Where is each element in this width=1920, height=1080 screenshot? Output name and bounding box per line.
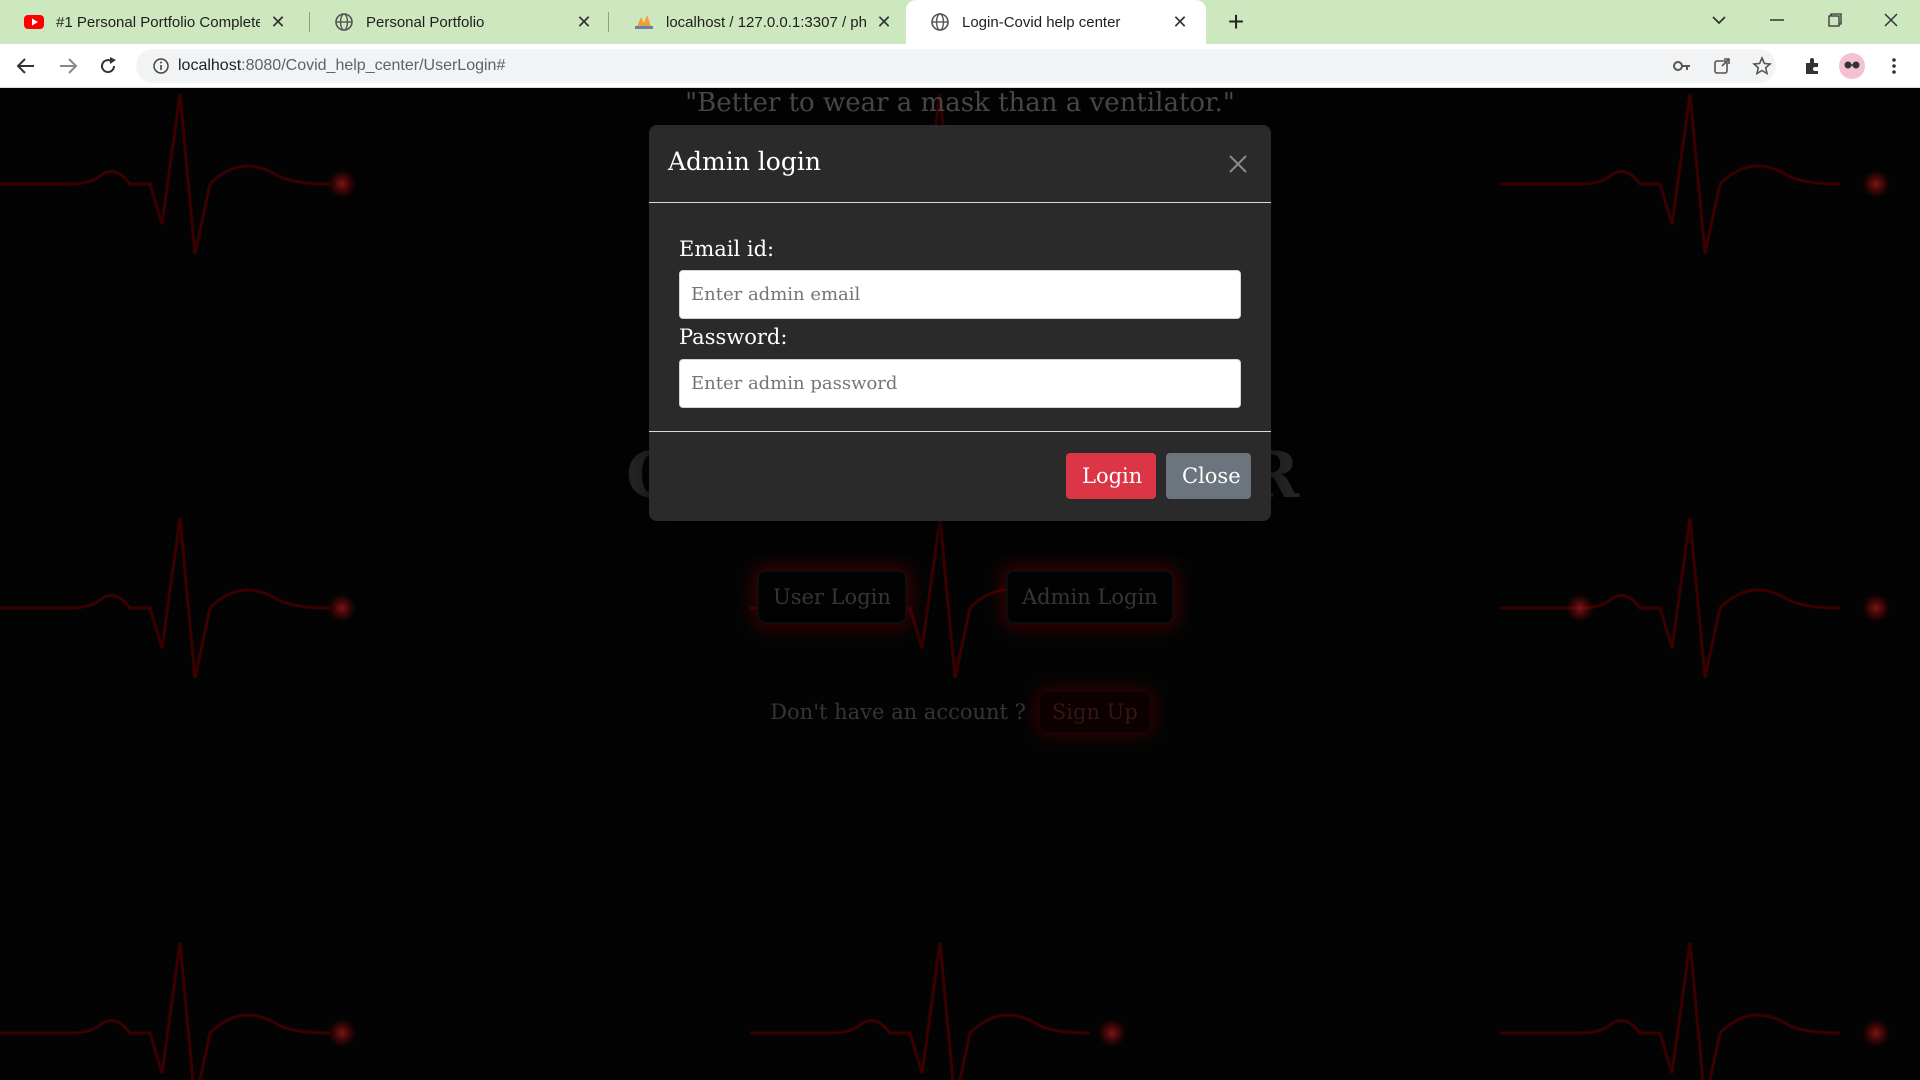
youtube-icon xyxy=(24,12,44,32)
minimize-button[interactable] xyxy=(1748,0,1806,40)
modal-title: Admin login xyxy=(668,147,821,176)
tab-close-icon[interactable]: ✕ xyxy=(1168,10,1192,34)
url-path: :8080/Covid_help_center/UserLogin# xyxy=(241,57,506,74)
tab-youtube[interactable]: #1 Personal Portfolio Complete W ✕ xyxy=(0,0,304,44)
tab-label: #1 Personal Portfolio Complete W xyxy=(56,13,260,31)
tab-personal-portfolio[interactable]: Personal Portfolio ✕ xyxy=(310,0,610,44)
tab-close-icon[interactable]: ✕ xyxy=(572,10,596,34)
key-icon[interactable] xyxy=(1666,50,1698,82)
email-label: Email id: xyxy=(679,237,775,261)
address-bar[interactable]: localhost:8080/Covid_help_center/UserLog… xyxy=(136,49,1776,83)
reload-icon[interactable] xyxy=(92,50,124,82)
close-icon[interactable] xyxy=(1221,147,1255,181)
site-info-icon[interactable] xyxy=(144,58,178,74)
back-arrow-icon[interactable] xyxy=(10,50,42,82)
tab-strip: #1 Personal Portfolio Complete W ✕ Perso… xyxy=(0,0,1920,44)
share-icon[interactable] xyxy=(1706,50,1738,82)
extensions-puzzle-icon[interactable] xyxy=(1796,50,1828,82)
restore-button[interactable] xyxy=(1806,0,1864,40)
password-field[interactable] xyxy=(679,359,1241,408)
tab-login-covid[interactable]: Login-Covid help center ✕ xyxy=(906,0,1206,44)
new-tab-button[interactable]: + xyxy=(1220,6,1252,38)
globe-icon xyxy=(334,12,354,32)
page-body: "Better to wear a mask than a ventilator… xyxy=(0,88,1920,1080)
login-button[interactable]: Login xyxy=(1066,453,1156,499)
url-text: localhost:8080/Covid_help_center/UserLog… xyxy=(178,57,505,75)
menu-kebab-icon[interactable] xyxy=(1878,50,1910,82)
phpmyadmin-icon xyxy=(634,12,654,32)
tab-close-icon[interactable]: ✕ xyxy=(872,10,896,34)
modal-header: Admin login xyxy=(649,125,1271,203)
tab-phpmyadmin[interactable]: localhost / 127.0.0.1:3307 / pharm ✕ xyxy=(610,0,910,44)
url-host: localhost xyxy=(178,57,242,74)
tab-close-icon[interactable]: ✕ xyxy=(266,10,290,34)
globe-icon xyxy=(930,12,950,32)
tab-label: Login-Covid help center xyxy=(962,13,1121,31)
bookmark-star-icon[interactable] xyxy=(1746,50,1778,82)
tab-label: Personal Portfolio xyxy=(366,13,485,31)
tab-label: localhost / 127.0.0.1:3307 / pharm xyxy=(666,13,866,31)
admin-login-modal: Admin login Email id: Password: Login Cl… xyxy=(649,125,1271,521)
close-button[interactable]: Close xyxy=(1166,453,1251,499)
close-window-button[interactable] xyxy=(1862,0,1920,40)
tab-search-chevron-icon[interactable] xyxy=(1690,0,1748,40)
email-field[interactable] xyxy=(679,270,1241,319)
browser-toolbar: localhost:8080/Covid_help_center/UserLog… xyxy=(0,44,1920,88)
password-label: Password: xyxy=(679,325,788,349)
tab-separator xyxy=(608,12,609,32)
forward-arrow-icon[interactable] xyxy=(52,50,84,82)
modal-footer: Login Close xyxy=(649,431,1271,521)
profile-avatar[interactable] xyxy=(1836,50,1868,82)
